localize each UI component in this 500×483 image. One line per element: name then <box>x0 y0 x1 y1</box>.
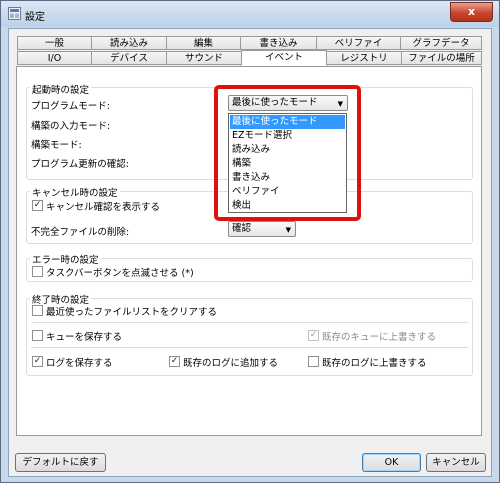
show-cancel-confirm-checkbox[interactable] <box>32 200 43 211</box>
overwrite-queue-label: 既存のキューに上書きする <box>322 332 437 343</box>
append-log-checkbox[interactable] <box>169 356 180 367</box>
divider <box>31 347 468 348</box>
settings-window: 設定 x 一般 読み込み 編集 書き込み ベリファイ グラフデータ I/O デバ… <box>0 0 500 483</box>
title-bar: 設定 x <box>1 1 499 27</box>
tab-general[interactable]: 一般 <box>17 36 92 50</box>
tab-sound[interactable]: サウンド <box>166 51 242 65</box>
clear-recent-files-checkbox[interactable] <box>32 305 43 316</box>
edit-input-mode-label: 構築の入力モード: <box>31 121 111 132</box>
close-icon: x <box>467 5 476 18</box>
annotation-highlight-box <box>214 85 361 221</box>
program-update-label: プログラム更新の確認: <box>31 159 129 170</box>
cancel-group-title: キャンセル時の設定 <box>30 185 120 199</box>
chevron-down-icon: ▼ <box>285 226 291 234</box>
overwrite-queue-checkbox[interactable] <box>308 330 319 341</box>
delete-incomplete-select[interactable]: 確認 ▼ <box>228 221 296 237</box>
tab-io[interactable]: I/O <box>17 51 92 65</box>
tab-registry[interactable]: レジストリ <box>326 51 402 65</box>
close-button[interactable]: x <box>450 2 493 22</box>
append-log-label: 既存のログに追加する <box>183 358 279 369</box>
overwrite-log-checkbox[interactable] <box>308 356 319 367</box>
error-group-title: エラー時の設定 <box>30 252 101 266</box>
divider <box>31 322 468 323</box>
tab-graph-data[interactable]: グラフデータ <box>400 36 482 50</box>
tab-write[interactable]: 書き込み <box>240 36 317 50</box>
show-cancel-confirm-label: キャンセル確認を表示する <box>46 202 161 213</box>
tab-device[interactable]: デバイス <box>91 51 167 65</box>
edit-mode-label: 構築モード: <box>31 140 82 151</box>
ok-button[interactable]: OK <box>362 453 421 472</box>
tab-event[interactable]: イベント <box>241 50 327 66</box>
flash-taskbar-checkbox[interactable] <box>32 266 43 277</box>
program-mode-label: プログラムモード: <box>31 101 110 112</box>
overwrite-log-label: 既存のログに上書きする <box>322 358 427 369</box>
clear-recent-files-label: 最近使ったファイルリストをクリアする <box>46 307 218 318</box>
save-queue-label: キューを保存する <box>46 332 123 343</box>
delete-incomplete-label: 不完全ファイルの削除: <box>31 227 130 238</box>
save-queue-checkbox[interactable] <box>32 330 43 341</box>
tab-file-locations[interactable]: ファイルの場所 <box>401 51 482 65</box>
startup-group-title: 起動時の設定 <box>30 82 92 96</box>
tab-edit[interactable]: 編集 <box>166 36 241 50</box>
save-log-checkbox[interactable] <box>32 356 43 367</box>
cancel-button[interactable]: キャンセル <box>426 453 486 472</box>
tab-verify[interactable]: ベリファイ <box>316 36 401 50</box>
save-log-label: ログを保存する <box>46 358 113 369</box>
app-icon <box>8 7 21 20</box>
window-title: 設定 <box>25 12 45 23</box>
tab-read[interactable]: 読み込み <box>91 36 167 50</box>
flash-taskbar-label: タスクバーボタンを点滅させる (*) <box>46 268 194 279</box>
restore-defaults-button[interactable]: デフォルトに戻す <box>15 453 106 472</box>
